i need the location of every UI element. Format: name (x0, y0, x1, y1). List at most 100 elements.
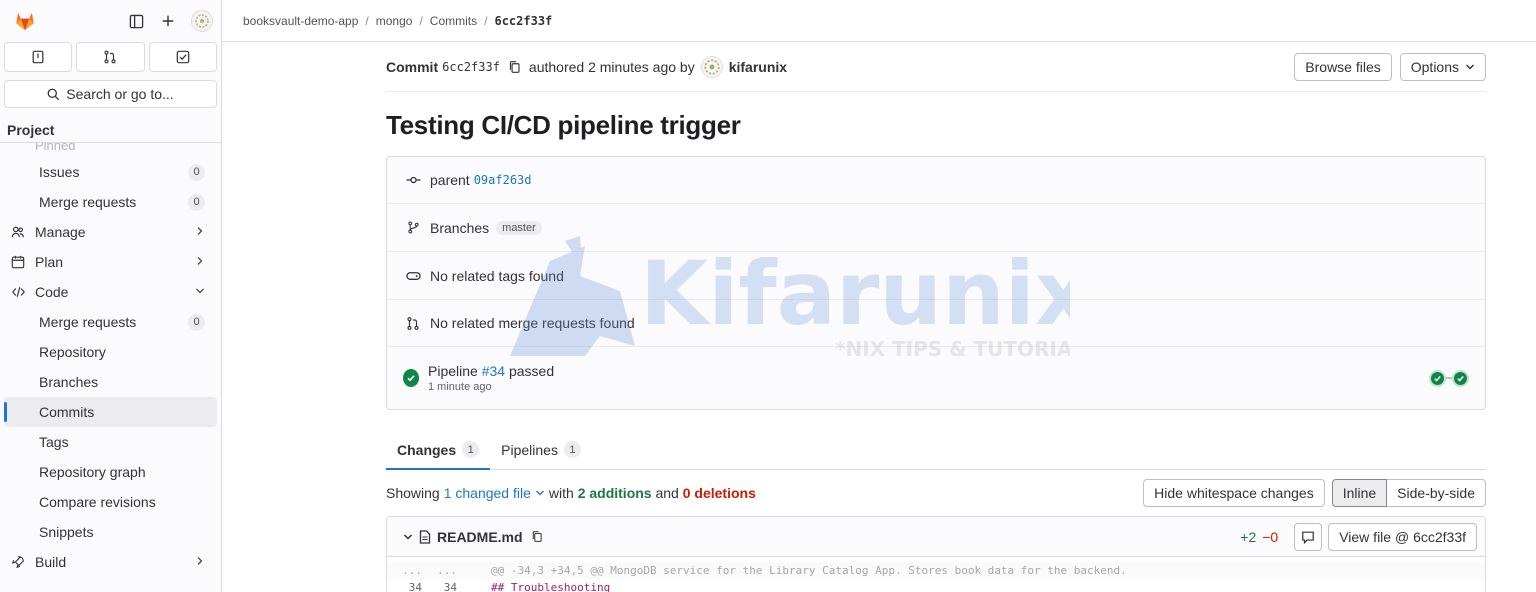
chevron-down-icon (535, 490, 544, 496)
main-content: Commit 6cc2f33f authored 2 minutes ago b… (386, 42, 1486, 592)
merge-requests-row: No related merge requests found (387, 300, 1485, 347)
tab-label: Changes (397, 441, 457, 458)
todos-counter-button[interactable] (148, 42, 217, 72)
todo-icon (176, 50, 190, 64)
branches-row: Branches master (387, 204, 1485, 252)
side-by-side-view-button[interactable]: Side-by-side (1387, 479, 1486, 507)
copy-path-icon[interactable] (531, 530, 543, 543)
commit-tabs: Changes 1 Pipelines 1 (386, 430, 1486, 470)
gitlab-logo-icon[interactable] (14, 10, 36, 32)
user-avatar[interactable] (191, 10, 213, 32)
breadcrumb-item-current[interactable]: 6cc2f33f (494, 14, 552, 28)
parent-sha-link[interactable]: 09af263d (474, 173, 532, 187)
breadcrumb-item-repo[interactable]: mongo (376, 14, 413, 28)
author-avatar[interactable] (700, 55, 723, 78)
mini-pipeline-graph (1429, 369, 1469, 387)
issues-counter-button[interactable] (4, 42, 73, 72)
sidebar-item-label: Snippets (39, 524, 94, 540)
pipeline-status-text: passed (508, 363, 555, 379)
inline-view-button[interactable]: Inline (1331, 479, 1388, 507)
sidebar-item-repository[interactable]: Repository (4, 337, 217, 367)
sidebar-item-label: Build (35, 554, 67, 570)
sidebar-item-label: Tags (39, 434, 69, 450)
merge-requests-counter-button[interactable] (76, 42, 145, 72)
sidebar-item-label: Issues (39, 164, 80, 180)
old-line-number[interactable]: 34 (387, 581, 422, 592)
hide-whitespace-button[interactable]: Hide whitespace changes (1143, 479, 1325, 507)
sidebar-item-build[interactable]: Build (4, 547, 217, 577)
branch-icon (405, 220, 421, 236)
sidebar-item-repository-graph[interactable]: Repository graph (4, 457, 217, 487)
pipeline-time: 1 minute ago (428, 381, 492, 393)
breadcrumb-item-project[interactable]: booksvault-demo-app (243, 14, 358, 28)
sidebar-item-branches[interactable]: Branches (4, 367, 217, 397)
sidebar-toggle-icon[interactable] (127, 12, 145, 30)
browse-files-button[interactable]: Browse files (1294, 52, 1392, 81)
users-icon (10, 224, 26, 240)
sidebar-item-commits[interactable]: Commits (4, 397, 217, 427)
sidebar-item-label: Branches (39, 374, 99, 390)
breadcrumb-separator: / (365, 13, 369, 28)
comment-icon (1302, 531, 1315, 544)
view-file-button[interactable]: View file @ 6cc2f33f (1328, 522, 1477, 551)
sidebar-item-snippets[interactable]: Snippets (4, 517, 217, 547)
search-label: Search or go to... (66, 86, 174, 102)
commit-label: Commit (386, 58, 439, 75)
sidebar-item-plan[interactable]: Plan (4, 247, 217, 277)
chevron-right-icon (195, 555, 205, 569)
sidebar-header (0, 0, 221, 42)
search-button[interactable]: Search or go to... (4, 80, 217, 108)
diff-line: 34 34 ## Troubleshooting (387, 579, 1485, 592)
comment-button[interactable] (1294, 522, 1323, 551)
tab-pipelines[interactable]: Pipelines 1 (490, 430, 592, 469)
new-line-number[interactable]: 34 (422, 581, 457, 592)
file-name[interactable]: README.md (437, 529, 523, 545)
author-name[interactable]: kifarunix (729, 59, 787, 75)
sidebar-item-compare-revisions[interactable]: Compare revisions (4, 487, 217, 517)
sidebar-item-issues[interactable]: Issues 0 (4, 157, 217, 187)
commit-icon (405, 172, 421, 188)
sidebar-item-merge-requests[interactable]: Merge requests 0 (4, 307, 217, 337)
issues-icon (32, 50, 44, 64)
stage-success-icon[interactable] (1429, 369, 1446, 387)
collapse-file-icon[interactable] (403, 529, 413, 545)
breadcrumb-separator: / (419, 13, 423, 28)
commit-header: Commit 6cc2f33f authored 2 minutes ago b… (386, 42, 1486, 92)
deletions-count: 0 deletions (682, 485, 756, 501)
sidebar-item-merge-requests-pinned[interactable]: Merge requests 0 (4, 187, 217, 217)
diff-summary: Showing 1 changed file with 2 additions … (386, 470, 1486, 516)
plan-icon (10, 254, 26, 270)
diff-file-header: README.md +2 −0 View file @ 6cc2f33f (387, 517, 1485, 557)
chevron-down-icon (195, 285, 205, 299)
chevron-down-icon (1466, 64, 1474, 69)
sidebar-item-label: Manage (35, 224, 86, 240)
additions-count: 2 additions (577, 485, 652, 501)
changed-files-dropdown[interactable]: 1 changed file (444, 485, 545, 501)
tab-changes[interactable]: Changes 1 (386, 430, 491, 470)
sidebar-item-manage[interactable]: Manage (4, 217, 217, 247)
chevron-right-icon (195, 255, 205, 269)
sidebar-item-code[interactable]: Code (4, 277, 217, 307)
rocket-icon (10, 554, 26, 570)
sidebar-item-label: Plan (35, 254, 64, 270)
tag-icon (405, 268, 421, 284)
view-file-label: View file @ 6cc2f33f (1339, 528, 1466, 545)
branch-badge[interactable]: master (496, 220, 542, 235)
merge-requests-text: No related merge requests found (430, 315, 635, 331)
options-button[interactable]: Options (1399, 52, 1486, 81)
sidebar-pinned-label[interactable]: Pinned (0, 143, 221, 157)
commit-sha: 6cc2f33f (442, 59, 500, 74)
create-new-icon[interactable] (159, 12, 177, 30)
copy-sha-icon[interactable] (508, 60, 521, 74)
chevron-right-icon (195, 225, 205, 239)
sidebar-item-tags[interactable]: Tags (4, 427, 217, 457)
pipeline-link[interactable]: #34 (482, 363, 505, 379)
sidebar-item-label: Commits (39, 404, 95, 420)
count-badge: 0 (188, 193, 205, 211)
search-icon (47, 88, 60, 100)
tab-label: Pipelines (501, 441, 558, 458)
diff-hunk-header: ... ... @@ -34,3 +34,5 @@ MongoDB servic… (387, 562, 1485, 579)
status-success-icon[interactable] (403, 369, 419, 387)
stage-success-icon[interactable] (1452, 369, 1469, 387)
breadcrumb-item-commits[interactable]: Commits (430, 14, 477, 28)
